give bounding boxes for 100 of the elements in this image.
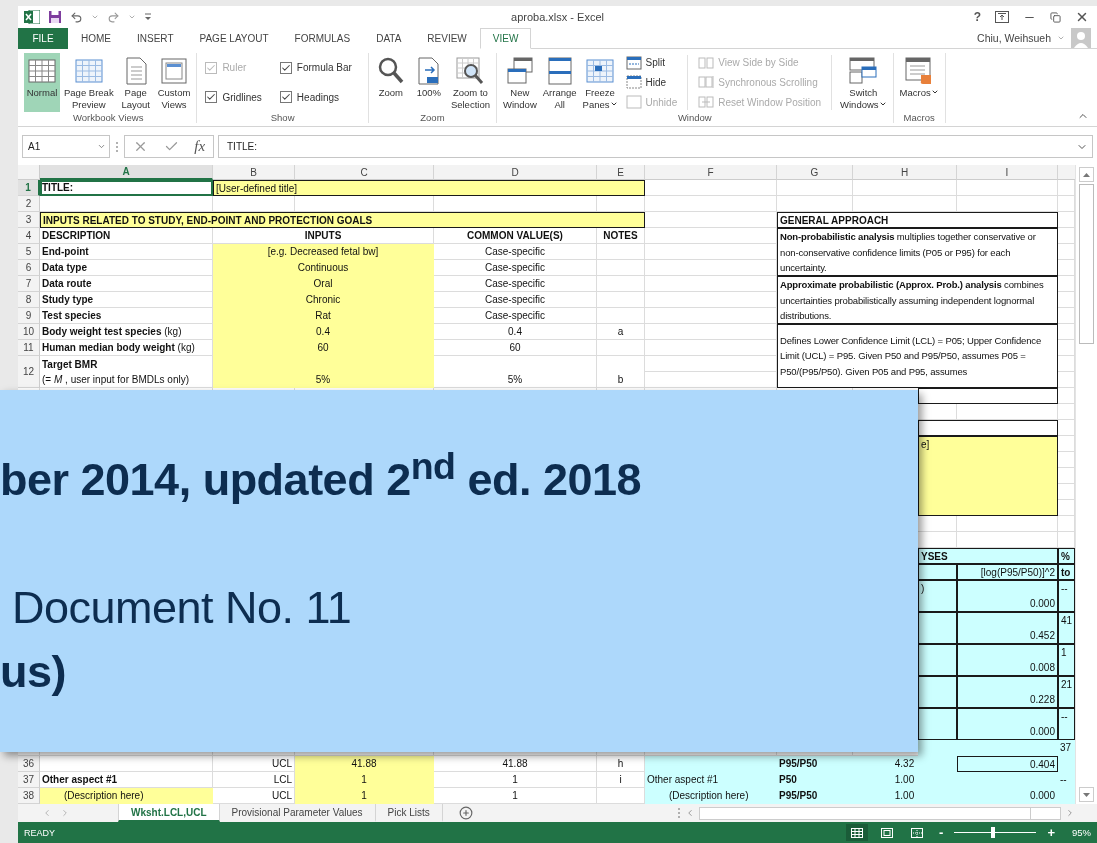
table-cell[interactable]: P95/P50 [777, 756, 853, 772]
undo-icon[interactable] [70, 10, 83, 24]
close-icon[interactable] [1075, 10, 1089, 24]
table-cell[interactable]: 1.00 [853, 788, 957, 804]
table-cell[interactable]: Non-probabilistic analysis multiplies together conservative or non-conservative confidence limits (P05 or P95) for each uncertainty. [777, 228, 1058, 276]
table-cell[interactable]: 4.32 [853, 756, 957, 772]
ribbon-button[interactable]: Split [625, 55, 678, 70]
zoom-in-button[interactable]: + [1044, 825, 1058, 840]
add-sheet-icon[interactable] [458, 806, 473, 820]
table-cell[interactable]: Chronic [213, 292, 434, 308]
table-cell[interactable]: Continuous [213, 260, 434, 276]
row-header[interactable]: 11 [18, 340, 40, 356]
table-cell[interactable]: [log(P95/P50)]^2 [957, 564, 1058, 580]
table-cell[interactable]: Defines Lower Confidence Limit (LCL) = P05; Upper Confidence Limit (UCL) = P95. Given P50 and P95/P50, assumes P05 = P50/(P95/P50). Given P05 and P95, assumes [777, 324, 1058, 388]
column-header[interactable]: F [645, 165, 777, 180]
save-icon[interactable] [48, 10, 62, 24]
formula-field[interactable]: TITLE: [218, 135, 1093, 158]
customize-icon[interactable] [144, 13, 152, 21]
table-cell[interactable]: 41.88 [295, 756, 434, 772]
table-cell[interactable]: -- [1058, 580, 1075, 612]
row-header[interactable]: 5 [18, 244, 40, 260]
insert-function-button[interactable]: fx [194, 138, 206, 155]
ribbon-button[interactable]: Normal [24, 53, 60, 112]
table-cell[interactable]: 21 [1058, 676, 1075, 708]
checkbox[interactable]: Formula Bar [279, 61, 360, 74]
column-header[interactable]: H [853, 165, 957, 180]
empty-cell[interactable] [918, 388, 1058, 404]
checkbox[interactable]: Gridlines [205, 91, 270, 104]
table-cell[interactable]: % [1058, 548, 1075, 564]
table-cell[interactable]: 0.4 [213, 324, 434, 340]
row-header[interactable]: 37 [18, 772, 40, 788]
ribbon-button[interactable]: Switch Windows [838, 53, 889, 112]
row-header[interactable]: 10 [18, 324, 40, 340]
ribbon-tab[interactable]: VIEW [479, 28, 532, 49]
ribbon-button[interactable]: Arrange All [540, 53, 579, 112]
table-cell[interactable]: 0.000 [957, 708, 1058, 740]
zoom-level[interactable]: 95% [1072, 827, 1091, 838]
table-cell[interactable]: -- [1058, 708, 1075, 740]
column-header[interactable]: I [957, 165, 1058, 180]
table-cell[interactable]: (Description here) [645, 788, 777, 804]
table-cell[interactable]: INPUTS RELATED TO STUDY, END-POINT AND PROTECTION GOALS [40, 212, 645, 228]
row-header[interactable]: 7 [18, 276, 40, 292]
scroll-down-button[interactable] [1079, 787, 1094, 802]
row-header[interactable]: 36 [18, 756, 40, 772]
table-cell[interactable]: P50 [777, 772, 853, 788]
table-cell[interactable]: 0.000 [957, 772, 1058, 804]
zoom-out-button[interactable]: - [936, 825, 947, 840]
column-header[interactable]: B [213, 165, 295, 180]
table-cell[interactable]: 1 [295, 772, 434, 788]
ribbon-tab[interactable]: FILE [18, 28, 68, 49]
scroll-up-button[interactable] [1079, 167, 1094, 182]
table-cell[interactable]: TITLE: [40, 180, 213, 196]
column-header[interactable]: D [434, 165, 597, 180]
row-header[interactable]: 9 [18, 308, 40, 324]
table-cell[interactable]: 0.452 [957, 612, 1058, 644]
table-cell[interactable]: 1.00 [853, 772, 957, 788]
table-cell[interactable]: to [1058, 564, 1075, 580]
table-cell[interactable]: [User-defined title] [213, 180, 645, 196]
ribbon-button[interactable]: Page Layout [117, 53, 154, 112]
table-cell[interactable]: P95/P50 [777, 788, 853, 804]
ribbon-button[interactable]: Macros [897, 53, 941, 112]
ribbon-button[interactable]: Zoom to Selection [448, 53, 492, 112]
table-cell[interactable]: Other aspect #1 [645, 772, 777, 788]
name-box[interactable]: A1 [22, 135, 110, 158]
ribbon-button[interactable]: Page Break Preview [62, 53, 116, 112]
table-cell[interactable]: 0.000 [957, 580, 1058, 612]
row-header[interactable]: 38 [18, 788, 40, 804]
row-header[interactable]: 2 [18, 196, 40, 212]
table-cell[interactable]: 41 [1058, 612, 1075, 644]
table-cell[interactable]: 0.228 [957, 676, 1058, 708]
table-cell[interactable]: GENERAL APPROACH [777, 212, 1058, 228]
column-header[interactable]: A [40, 165, 213, 180]
sheet-tab[interactable]: Wksht.LCL,UCL [118, 804, 220, 822]
ribbon-button[interactable]: Custom Views [155, 53, 193, 112]
table-cell[interactable]: 5% [213, 356, 434, 388]
row-header[interactable]: 4 [18, 228, 40, 244]
checkbox[interactable]: Headings [279, 91, 360, 104]
ribbon-button[interactable]: Zoom [372, 53, 409, 112]
column-header[interactable]: G [777, 165, 853, 180]
ribbon-button[interactable]: Hide [625, 75, 678, 90]
table-cell[interactable]: 37 [1058, 740, 1075, 756]
table-cell[interactable]: [e.g. Decreased fetal bw] [213, 244, 434, 260]
table-cell[interactable]: ) [918, 580, 957, 612]
help-button[interactable]: ? [973, 10, 981, 24]
ribbon-button[interactable]: New Window [500, 53, 539, 112]
table-cell[interactable]: 1 [295, 788, 434, 804]
view-button[interactable] [846, 824, 869, 841]
table-cell[interactable]: Approximate probabilistic (Approx. Prob.) analysis combines uncertainties probabilistically assuming independent lognormal distributions. [777, 276, 1058, 324]
row-header[interactable]: 12 [18, 356, 40, 388]
table-cell[interactable]: 1 [1058, 644, 1075, 676]
row-header[interactable]: 8 [18, 292, 40, 308]
table-cell[interactable]: e] [918, 436, 1058, 516]
column-header[interactable]: C [295, 165, 434, 180]
ribbon-button[interactable]: Freeze Panes [580, 53, 620, 112]
table-cell[interactable]: Oral [213, 276, 434, 292]
user-name[interactable]: Chiu, Weihsueh [977, 32, 1051, 44]
row-header[interactable]: 3 [18, 212, 40, 228]
row-header[interactable]: 1 [18, 180, 40, 196]
column-header[interactable]: E [597, 165, 645, 180]
table-cell[interactable]: -- [1058, 772, 1075, 804]
